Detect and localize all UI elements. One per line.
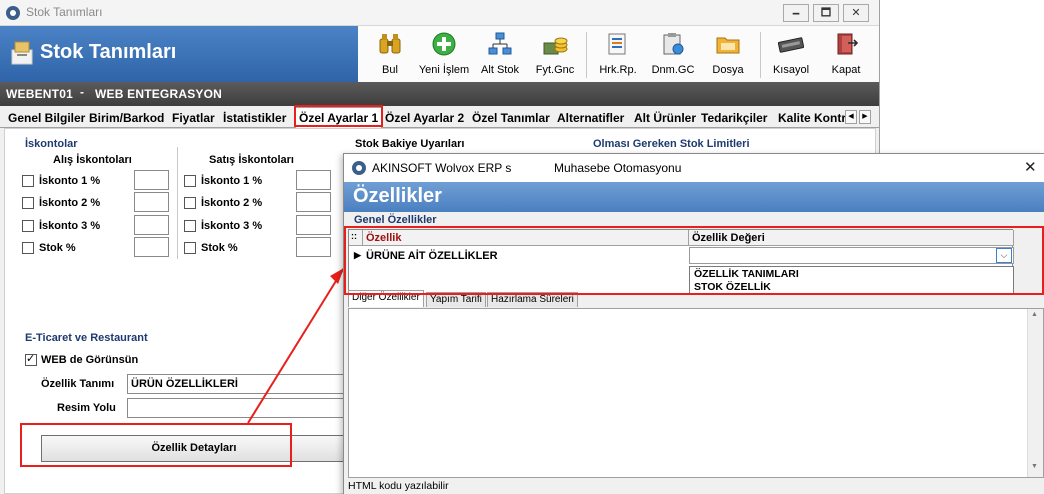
html-editor-area[interactable]: ▲ ▼ [348,308,1044,478]
dialog-title: AKINSOFT Wolvox ERP s [372,161,512,175]
genel-ozellikler-title: Genel Özellikler [354,214,437,226]
scroll-down-icon[interactable]: ▼ [1031,463,1038,470]
dialog-close-button[interactable]: ✕ [1024,158,1037,176]
ozellikler-dialog: AKINSOFT Wolvox ERP s Muhasebe Otomasyon… [343,153,1044,494]
dialog-header-title: Özellikler [353,185,442,207]
dialog-app-icon [352,161,366,175]
memo-scrollbar[interactable]: ▲ ▼ [1027,309,1043,477]
dialog-subtitle: Muhasebe Otomasyonu [554,161,682,175]
grid-highlight [344,226,1044,295]
editor-footer-note: HTML kodu yazılabilir [348,480,449,492]
dialog-title-bar: AKINSOFT Wolvox ERP s Muhasebe Otomasyon… [344,154,1044,182]
dialog-header: Özellikler [344,182,1044,212]
scroll-up-icon[interactable]: ▲ [1031,311,1038,318]
